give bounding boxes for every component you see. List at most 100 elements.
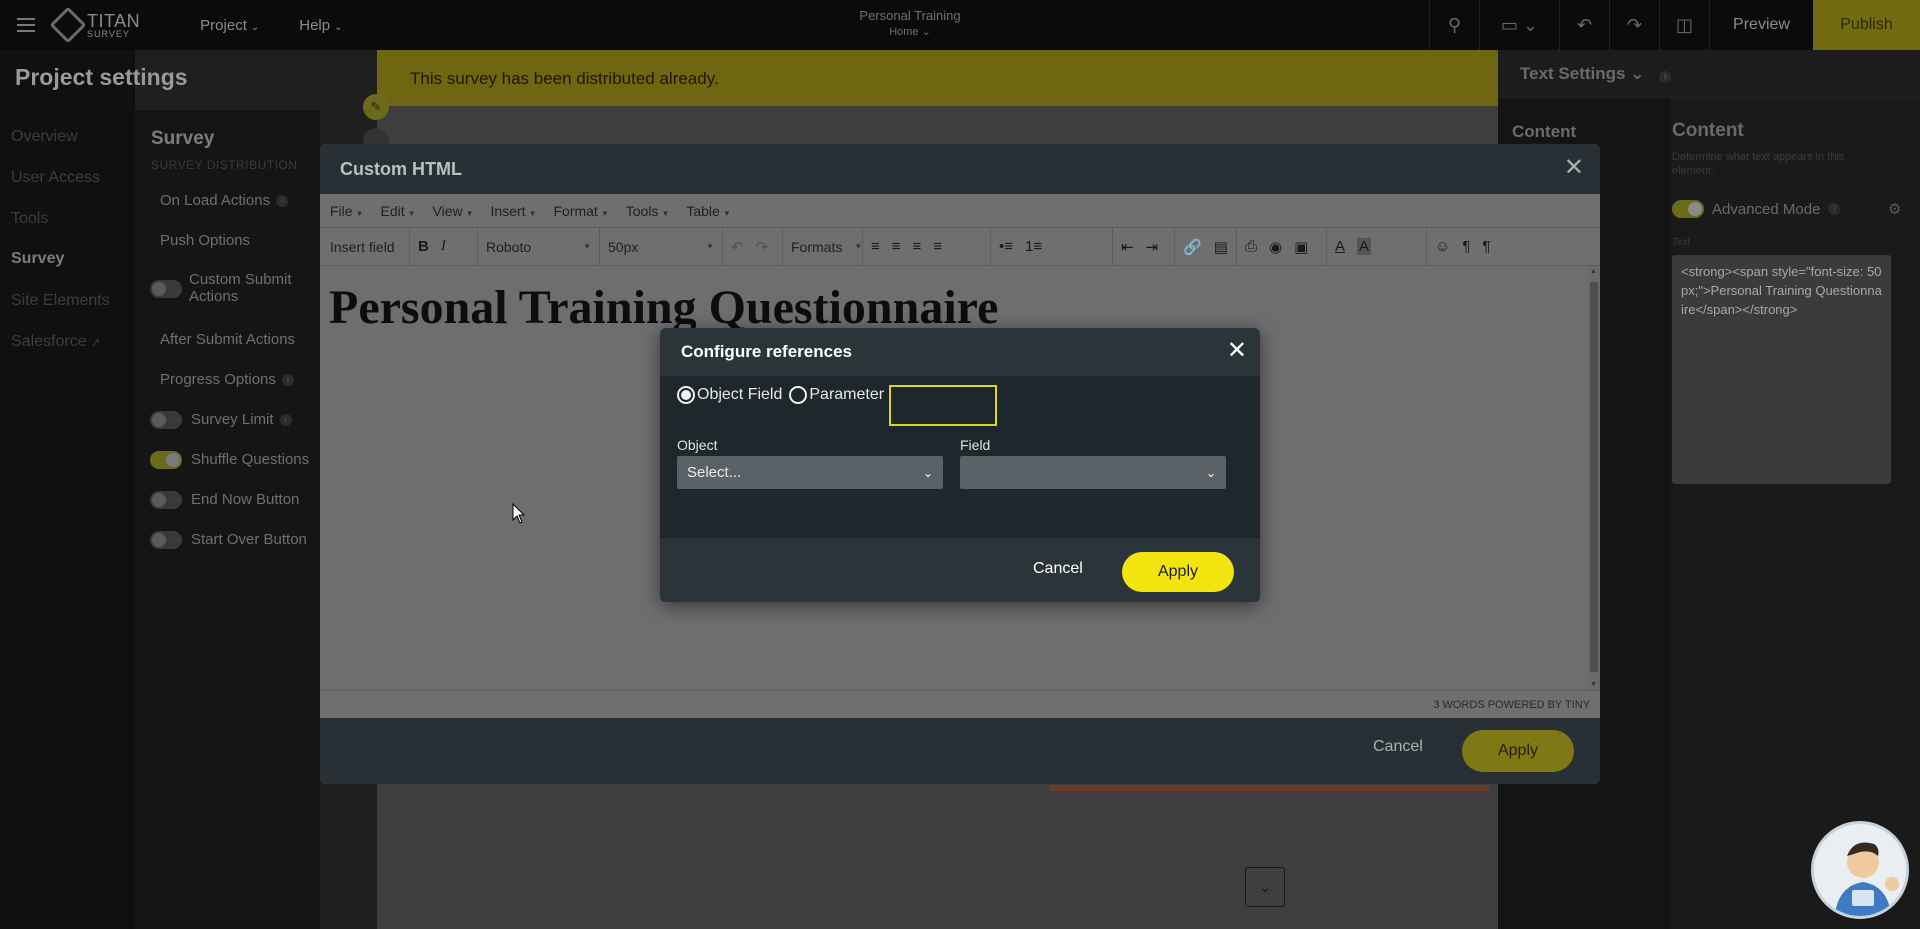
configure-references-cancel-button[interactable]: Cancel xyxy=(1033,560,1083,578)
rtl-icon[interactable]: ¶ xyxy=(1482,238,1490,255)
assistant-avatar[interactable] xyxy=(1811,821,1909,919)
survey-panel-title: Survey xyxy=(151,128,215,149)
preview-icon[interactable]: ◉ xyxy=(1269,238,1282,256)
desktop-icon[interactable]: ▭ ⌄ xyxy=(1479,0,1559,50)
scroll-down-icon[interactable]: ▼ xyxy=(1590,681,1597,688)
align-center-icon[interactable]: ≡ xyxy=(892,238,901,255)
text-settings-title[interactable]: Text Settings ⌄ i xyxy=(1520,64,1672,84)
project-name: Personal Training xyxy=(859,8,961,23)
info-icon: i xyxy=(1659,71,1672,83)
numbered-list-icon[interactable]: 1≡ xyxy=(1025,238,1042,255)
after-submit-actions[interactable]: After Submit Actions xyxy=(160,331,295,348)
editor-statusbar: 3 WORDS POWERED BY TINY xyxy=(320,690,1600,718)
menu-insert[interactable]: Insert ▼ xyxy=(491,203,537,219)
scroll-up-icon[interactable]: ▲ xyxy=(1590,268,1597,275)
search-icon[interactable]: ⚲ xyxy=(1429,0,1479,50)
custom-html-apply-button[interactable]: Apply xyxy=(1462,730,1574,772)
italic-icon[interactable]: I xyxy=(441,238,446,255)
survey-limit[interactable]: Survey Limit i xyxy=(191,411,292,428)
push-options[interactable]: Push Options xyxy=(160,232,250,249)
print-icon[interactable]: ⎙ xyxy=(1245,238,1257,255)
tree-content-title[interactable]: Content xyxy=(1512,122,1576,142)
nav-salesforce[interactable]: Salesforce ↗ xyxy=(11,333,100,351)
top-menu: Project ⌄ Help ⌄ xyxy=(200,17,342,34)
gear-icon[interactable]: ⚙ xyxy=(1888,200,1901,218)
parameter-label[interactable]: Parameter xyxy=(809,386,884,404)
custom-submit-actions-toggle[interactable] xyxy=(150,280,182,298)
advanced-mode[interactable]: Advanced Mode i xyxy=(1672,200,1841,218)
menu-help[interactable]: Help ⌄ xyxy=(299,17,342,34)
menu-edit[interactable]: Edit ▼ xyxy=(380,203,415,219)
scroll-down-icon[interactable]: ⌄ xyxy=(1245,867,1285,907)
editor-heading: Personal Training Questionnaire xyxy=(329,281,999,334)
parameter-radio[interactable] xyxy=(789,386,808,404)
undo-icon[interactable]: ↶ xyxy=(1559,0,1609,50)
menu-file[interactable]: File ▼ xyxy=(330,203,363,219)
preview-button[interactable]: Preview xyxy=(1709,0,1813,50)
emoticons-icon[interactable]: ☺ xyxy=(1435,238,1450,255)
nav-overview[interactable]: Overview xyxy=(11,128,78,146)
object-field-label[interactable]: Object Field xyxy=(697,386,782,404)
ltr-icon[interactable]: ¶ xyxy=(1462,238,1470,255)
formats-select[interactable]: Formats ▼ xyxy=(783,227,863,266)
menu-tools[interactable]: Tools ▼ xyxy=(626,203,670,219)
align-justify-icon[interactable]: ≡ xyxy=(933,238,942,255)
font-size-select[interactable]: 50px ▼ xyxy=(600,227,723,266)
nav-site-elements[interactable]: Site Elements xyxy=(11,292,110,310)
survey-limit-toggle[interactable] xyxy=(150,411,182,429)
hamburger-menu-icon[interactable] xyxy=(17,18,35,32)
text-html-field[interactable]: <strong><span style="font-size: 50px;">P… xyxy=(1672,255,1891,484)
editor-scrollbar[interactable]: ▲ ▼ xyxy=(1588,266,1600,690)
text-color-icon[interactable]: A xyxy=(1335,238,1345,255)
close-icon[interactable]: ✕ xyxy=(1227,339,1247,363)
save-icon[interactable]: ◫ xyxy=(1659,0,1709,50)
project-settings-title: Project settings xyxy=(15,64,188,90)
shuffle-questions[interactable]: Shuffle Questions xyxy=(191,451,309,468)
advanced-mode-toggle[interactable] xyxy=(1672,200,1704,218)
object-select-value: Select... xyxy=(687,464,742,481)
close-icon[interactable]: ✕ xyxy=(1564,156,1584,180)
bold-icon[interactable]: B xyxy=(418,238,429,255)
insert-field-button[interactable]: Insert field xyxy=(320,227,410,266)
indent-icon[interactable]: ⇥ xyxy=(1146,238,1159,256)
redo-icon[interactable]: ↷ xyxy=(756,238,769,256)
menu-format[interactable]: Format ▼ xyxy=(553,203,608,219)
media-icon[interactable]: ▣ xyxy=(1294,238,1308,256)
menu-table[interactable]: Table ▼ xyxy=(686,203,730,219)
field-label: Field xyxy=(960,437,991,453)
custom-submit-actions[interactable]: Custom Submit Actions xyxy=(189,271,319,305)
outdent-icon[interactable]: ⇤ xyxy=(1121,238,1134,256)
redo-icon[interactable]: ↷ xyxy=(1609,0,1659,50)
align-right-icon[interactable]: ≡ xyxy=(913,238,922,255)
nav-survey[interactable]: Survey xyxy=(11,250,64,268)
end-now-button-toggle[interactable] xyxy=(150,491,182,509)
object-select[interactable]: Select... ⌄ xyxy=(677,456,943,489)
align-left-icon[interactable]: ≡ xyxy=(871,238,880,255)
object-field-radio[interactable] xyxy=(677,386,695,404)
publish-button[interactable]: Publish xyxy=(1813,0,1920,50)
background-color-icon[interactable]: A xyxy=(1357,238,1372,255)
decorative-strip xyxy=(1050,785,1490,791)
bullet-list-icon[interactable]: •≡ xyxy=(999,238,1013,255)
menu-view[interactable]: View ▼ xyxy=(433,203,474,219)
configure-references-apply-button[interactable]: Apply xyxy=(1122,552,1234,592)
on-load-actions[interactable]: On Load Actions i xyxy=(160,192,289,209)
nav-tools[interactable]: Tools xyxy=(11,210,48,228)
menu-project[interactable]: Project ⌄ xyxy=(200,17,259,34)
parameter-input[interactable] xyxy=(889,385,997,426)
progress-options[interactable]: Progress Options i xyxy=(160,371,294,388)
field-select[interactable]: ⌄ xyxy=(960,456,1226,489)
link-icon[interactable]: 🔗 xyxy=(1183,238,1202,256)
shuffle-questions-toggle[interactable] xyxy=(150,451,182,469)
font-family-select[interactable]: Roboto ▼ xyxy=(478,227,600,266)
page-title[interactable]: Personal Training Home ⌄ xyxy=(830,8,990,38)
undo-icon[interactable]: ↶ xyxy=(731,238,744,256)
start-over-button[interactable]: Start Over Button xyxy=(191,531,307,548)
nav-user-access[interactable]: User Access xyxy=(11,169,100,187)
page-selector[interactable]: Home ⌄ xyxy=(830,25,990,38)
custom-html-cancel-button[interactable]: Cancel xyxy=(1373,738,1423,756)
edit-badge-icon[interactable]: ✎ xyxy=(363,94,389,120)
start-over-button-toggle[interactable] xyxy=(150,531,182,549)
end-now-button[interactable]: End Now Button xyxy=(191,491,299,508)
image-icon[interactable]: ▤ xyxy=(1214,238,1228,256)
